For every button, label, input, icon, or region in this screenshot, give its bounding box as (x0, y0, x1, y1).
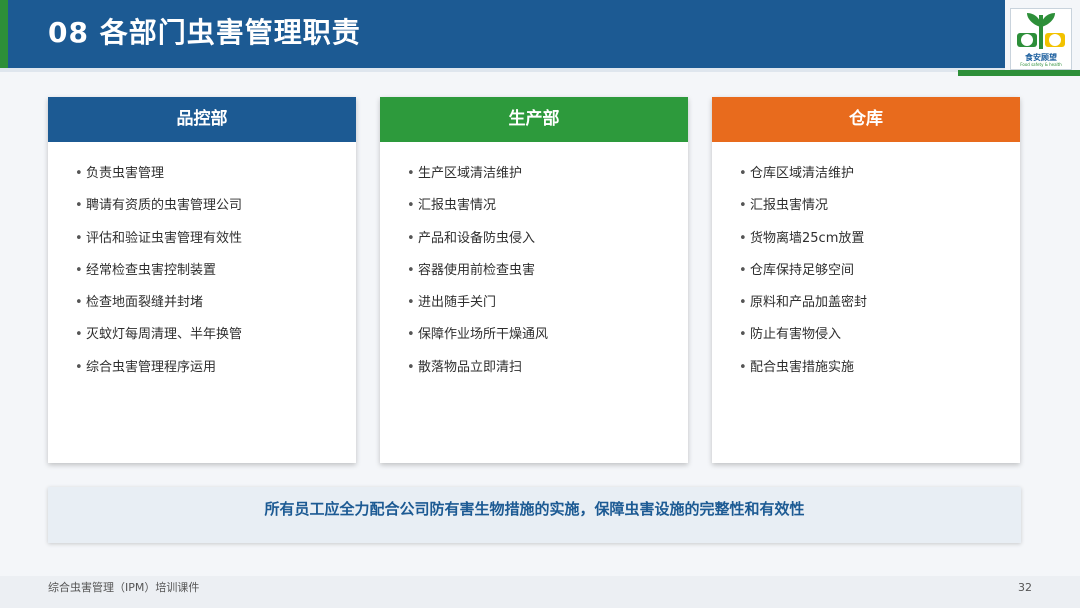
bullet-icon: • (407, 359, 415, 375)
card-warehouse: 仓库 • 仓库区域清洁维护 • 汇报虫害情况 • 货物离墙25cm放置 • 仓库保持足够… (712, 97, 1020, 463)
bullet-icon: • (739, 198, 747, 214)
list-item-text: 灭蚊灯每周清理、半年换管 (86, 327, 243, 343)
list-item-text: 防止有害物侵入 (750, 327, 842, 343)
summary-text: 所有员工应全力配合公司防有害生物措施的实施，保障虫害设施的完整性和有效性 (264, 500, 805, 518)
list-item: • 汇报虫害情况 (739, 190, 1020, 222)
list-item-text: 产品和设备防虫侵入 (418, 230, 536, 246)
bullet-icon: • (75, 230, 83, 246)
bullet-icon: • (739, 359, 747, 375)
list-item-text: 评估和验证虫害管理有效性 (86, 230, 243, 246)
bullet-icon: • (75, 166, 83, 181)
bullet-icon: • (407, 262, 415, 278)
list-item-text: 配合虫害措施实施 (750, 359, 855, 375)
bullet-icon: • (407, 166, 415, 181)
list-item: • 产品和设备防虫侵入 (407, 223, 688, 255)
list-item: • 负责虫害管理 (75, 158, 356, 190)
list-item-text: 生产区域清洁维护 (418, 166, 523, 181)
page-number: 32 (1018, 581, 1032, 594)
list-item-text: 仓库保持足够空间 (750, 262, 855, 278)
footer-course-title: 综合虫害管理（IPM）培训课件 (48, 581, 200, 594)
list-item: • 保障作业场所干燥通风 (407, 319, 688, 351)
list-item: • 综合虫害管理程序运用 (75, 352, 356, 384)
list-item-text: 汇报虫害情况 (750, 198, 829, 214)
bullet-icon: • (739, 262, 747, 278)
list-item-text: 保障作业场所干燥通风 (418, 327, 549, 343)
list-item: • 灭蚊灯每周清理、半年换管 (75, 319, 356, 351)
list-item-text: 检查地面裂缝并封堵 (86, 295, 204, 311)
bullet-icon: • (739, 166, 747, 181)
list-item: • 进出随手关门 (407, 287, 688, 319)
leaf-emblem-icon (1017, 13, 1065, 49)
page-title: 08 各部门虫害管理职责 (48, 16, 361, 49)
list-item: • 散落物品立即清扫 (407, 352, 688, 384)
bullet-icon: • (739, 295, 747, 311)
list-item: • 检查地面裂缝并封堵 (75, 287, 356, 319)
header-bar: 08 各部门虫害管理职责 (0, 0, 1005, 68)
header-accent (0, 0, 8, 68)
list-item: • 经常检查虫害控制装置 (75, 255, 356, 287)
list-item: • 仓库保持足够空间 (739, 255, 1020, 287)
list-item: • 生产区域清洁维护 (407, 158, 688, 190)
list-item: • 汇报虫害情况 (407, 190, 688, 222)
list-item: • 仓库区域清洁维护 (739, 158, 1020, 190)
bullet-icon: • (75, 262, 83, 278)
card-title: 品控部 (48, 97, 356, 142)
bullet-icon: • (407, 198, 415, 214)
list-item-text: 综合虫害管理程序运用 (86, 359, 217, 375)
bullet-icon: • (75, 359, 83, 375)
card-production: 生产部 • 生产区域清洁维护 • 汇报虫害情况 • 产品和设备防虫侵入 • 容器使用前检… (380, 97, 688, 463)
card-quality-control: 品控部 • 负责虫害管理 • 聘请有资质的虫害管理公司 • 评估和验证虫害管理有效性 … (48, 97, 356, 463)
summary-banner: 所有员工应全力配合公司防有害生物措施的实施，保障虫害设施的完整性和有效性 (48, 487, 1021, 543)
card-title: 仓库 (712, 97, 1020, 142)
list-item-text: 负责虫害管理 (86, 166, 165, 181)
bullet-icon: • (75, 295, 83, 311)
list-item-text: 进出随手关门 (418, 295, 497, 311)
list-item-text: 容器使用前检查虫害 (418, 262, 536, 278)
list-item-text: 散落物品立即清扫 (418, 359, 523, 375)
bullet-icon: • (75, 198, 83, 214)
list-item: • 原料和产品加盖密封 (739, 287, 1020, 319)
list-item: • 防止有害物侵入 (739, 319, 1020, 351)
list-item-text: 仓库区域清洁维护 (750, 166, 855, 181)
list-item: • 货物离墙25cm放置 (739, 223, 1020, 255)
bullet-icon: • (407, 295, 415, 311)
list-item-text: 货物离墙25cm放置 (750, 230, 865, 246)
list-item-text: 原料和产品加盖密封 (750, 295, 868, 311)
list-item-text: 聘请有资质的虫害管理公司 (86, 198, 243, 214)
bullet-icon: • (407, 230, 415, 246)
list-item-text: 经常检查虫害控制装置 (86, 262, 217, 278)
list-item: • 配合虫害措施实施 (739, 352, 1020, 384)
company-logo: 食安顾望 Food safety & health (1010, 8, 1072, 70)
card-title: 生产部 (380, 97, 688, 142)
bullet-icon: • (75, 327, 83, 343)
bullet-icon: • (407, 327, 415, 343)
list-item: • 容器使用前检查虫害 (407, 255, 688, 287)
list-item-text: 汇报虫害情况 (418, 198, 497, 214)
list-item: • 评估和验证虫害管理有效性 (75, 223, 356, 255)
logo-strip (958, 70, 1080, 76)
list-item: • 聘请有资质的虫害管理公司 (75, 190, 356, 222)
bullet-icon: • (739, 327, 747, 343)
header-divider (0, 68, 1005, 72)
bullet-icon: • (739, 230, 747, 246)
logo-tagline: Food safety & health (1020, 62, 1062, 67)
